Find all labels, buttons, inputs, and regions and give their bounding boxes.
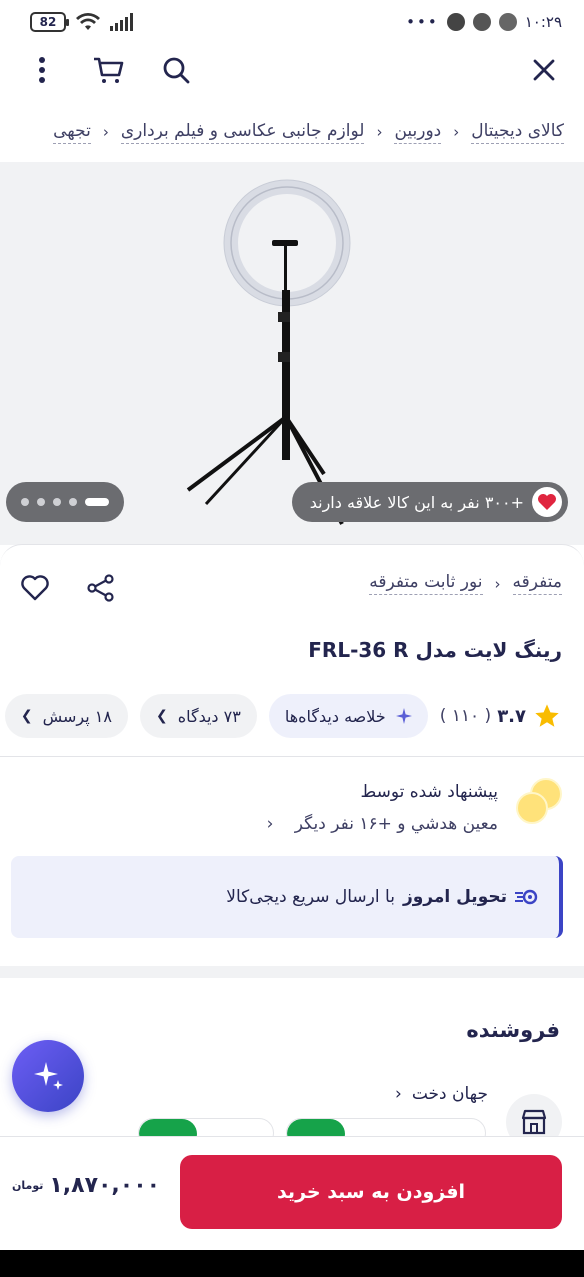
- breadcrumb-item-digital[interactable]: کالای دیجیتال: [471, 121, 564, 144]
- recommended-names: معین هدشي و +۱۶ نفر دیگر: [294, 814, 498, 834]
- rating-count: ( ۱۱۰ ): [439, 706, 492, 726]
- fast-delivery-icon: [515, 889, 538, 905]
- sparkles-icon: [34, 1062, 63, 1090]
- interest-text: +۳۰۰ نفر به این کالا علاقه دارند: [309, 492, 524, 512]
- delivery-bold: تحویل امروز: [402, 887, 507, 907]
- sparkle-icon: [395, 708, 412, 724]
- close-icon: [533, 59, 555, 81]
- chevron-left-icon: ‹: [102, 123, 109, 141]
- seller-name: جهان دخت: [411, 1084, 488, 1104]
- comments-label: ۷۳ دیدگاه: [177, 706, 241, 726]
- app-notification-icon: [446, 13, 465, 31]
- pagination-dot[interactable]: [69, 498, 77, 506]
- price-value: ۱,۸۷۰,۰۰۰: [49, 1173, 161, 1198]
- search-button[interactable]: [158, 52, 194, 88]
- more-notifications-icon: •••: [406, 13, 439, 31]
- chevron-left-icon: ❯: [20, 708, 33, 724]
- more-menu-button[interactable]: [24, 52, 60, 88]
- product-title: رینگ لایت مدل FRL-36 R: [308, 638, 562, 662]
- recommended-text: پیشنهاد شده توسط معین هدشي و +۱۶ نفر دیگ…: [267, 776, 498, 840]
- chevron-left-icon: ‹: [266, 814, 274, 834]
- delivery-banner[interactable]: تحویل امروز با ارسال سریع دیجی‌کالا: [11, 856, 563, 938]
- status-bar: 82 ••• ۱۰:۲۹: [0, 0, 584, 44]
- avatar: [516, 792, 548, 824]
- store-icon: [521, 1109, 547, 1135]
- section-separator: [0, 966, 584, 978]
- cart-icon: [94, 57, 124, 83]
- bottom-purchase-bar: افزودن به سبد خرید تومان ۱,۸۷۰,۰۰۰: [0, 1136, 584, 1250]
- clock: ۱۰:۲۹: [524, 13, 562, 31]
- product-rating: ۳.۷ ( ۱۱۰ ): [440, 702, 562, 730]
- more-vertical-icon: [39, 57, 45, 83]
- gallery-pagination[interactable]: [6, 482, 124, 522]
- pagination-dot-active[interactable]: [85, 498, 109, 506]
- star-icon: [535, 704, 559, 727]
- delivery-text: با ارسال سریع دیجی‌کالا: [226, 887, 395, 907]
- seller-section-title: فروشنده: [466, 1018, 560, 1042]
- rating-value: ۳.۷: [497, 705, 526, 727]
- recommended-title: پیشنهاد شده توسط: [360, 782, 498, 802]
- product-gallery[interactable]: +۳۰۰ نفر به این کالا علاقه دارند: [0, 162, 584, 545]
- app-notification-icon-2: [472, 13, 491, 31]
- product-meta-chips: ۳.۷ ( ۱۱۰ ) خلاصه دیدگاه‌ها ۷۳ دیدگاه ❯ …: [4, 694, 562, 738]
- pagination-dot[interactable]: [37, 498, 45, 506]
- share-icon: [87, 574, 114, 602]
- breadcrumb: کالای دیجیتال ‹ دوربین ‹ لوازم جانبی عکا…: [53, 108, 564, 156]
- pagination-dot[interactable]: [53, 498, 61, 506]
- interest-badge: +۳۰۰ نفر به این کالا علاقه دارند: [291, 482, 568, 522]
- message-notification-icon: [498, 13, 517, 31]
- favorite-button[interactable]: [20, 574, 52, 604]
- battery-indicator: 82: [30, 12, 69, 32]
- reviews-summary-chip[interactable]: خلاصه دیدگاه‌ها: [268, 694, 428, 738]
- chevron-left-icon: ‹: [376, 123, 383, 141]
- product-sheet: [0, 544, 584, 1144]
- pagination-dot[interactable]: [21, 498, 29, 506]
- system-navigation-bar: [0, 1250, 584, 1277]
- price: تومان ۱,۸۷۰,۰۰۰: [12, 1173, 160, 1198]
- search-icon: [163, 57, 190, 84]
- price-currency: تومان: [12, 1179, 44, 1192]
- breadcrumb-item-accessories[interactable]: لوازم جانبی عکاسی و فیلم برداری: [120, 121, 365, 144]
- questions-label: ۱۸ پرسش: [42, 706, 112, 726]
- chevron-left-icon: ‹: [453, 123, 460, 141]
- heart-badge: [532, 487, 562, 517]
- breadcrumb-item-equipment[interactable]: تجهی: [53, 121, 91, 144]
- chevron-left-icon: ‹: [494, 574, 501, 593]
- top-toolbar: [0, 44, 584, 96]
- divider: [0, 756, 584, 757]
- questions-chip[interactable]: ۱۸ پرسش ❯: [4, 694, 128, 738]
- add-to-cart-button[interactable]: افزودن به سبد خرید: [180, 1155, 562, 1229]
- category-link-misc[interactable]: متفرقه: [512, 572, 562, 595]
- status-left: 82: [30, 12, 136, 32]
- product-categories: متفرقه ‹ نور ثابت متفرقه: [369, 572, 562, 595]
- chevron-left-icon: ❯: [155, 708, 168, 724]
- wifi-icon: [76, 13, 100, 30]
- chevron-left-icon: ‹: [395, 1084, 402, 1104]
- seller-name-row[interactable]: جهان دخت ‹: [395, 1084, 488, 1104]
- heart-outline-icon: [21, 575, 49, 601]
- cart-button[interactable]: [90, 52, 126, 88]
- ai-assistant-button[interactable]: [12, 1040, 84, 1112]
- share-button[interactable]: [86, 574, 118, 604]
- reviews-summary-label: خلاصه دیدگاه‌ها: [284, 706, 386, 726]
- recommended-subtitle: معین هدشي و +۱۶ نفر دیگر ‹: [267, 808, 498, 840]
- signal-icon: [110, 13, 133, 31]
- status-right: ••• ۱۰:۲۹: [406, 13, 562, 31]
- heart-filled-icon: [538, 494, 556, 510]
- comments-chip[interactable]: ۷۳ دیدگاه ❯: [139, 694, 257, 738]
- breadcrumb-item-camera[interactable]: دوربین: [394, 121, 442, 144]
- close-button[interactable]: [526, 52, 562, 88]
- recommender-avatars: [512, 776, 562, 826]
- category-link-light[interactable]: نور ثابت متفرقه: [369, 572, 483, 595]
- recommended-by[interactable]: پیشنهاد شده توسط معین هدشي و +۱۶ نفر دیگ…: [267, 776, 562, 840]
